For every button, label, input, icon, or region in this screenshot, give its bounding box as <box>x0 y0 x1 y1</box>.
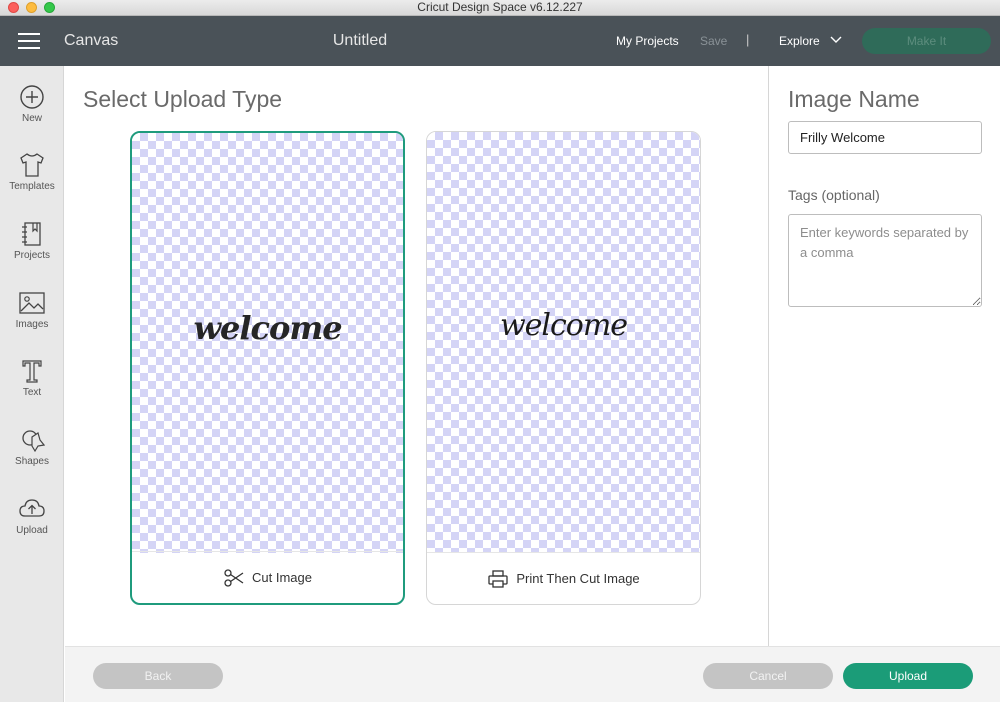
image-name-heading: Image Name <box>788 86 920 112</box>
image-icon <box>19 292 45 314</box>
my-projects-link[interactable]: My Projects <box>616 34 679 48</box>
sidebar-item-label: Templates <box>9 181 55 192</box>
save-button[interactable]: Save <box>700 34 727 48</box>
explore-menu[interactable]: Explore <box>779 34 820 48</box>
cut-image-label: Cut Image <box>252 570 312 585</box>
sidebar-item-label: Text <box>22 387 42 398</box>
sidebar-item-shapes[interactable]: Shapes <box>0 427 64 489</box>
plus-circle-icon <box>20 85 44 109</box>
bottom-action-bar: Back Cancel Upload <box>65 646 1000 702</box>
notebook-icon <box>22 222 41 246</box>
card-footer: Print Then Cut Image <box>427 552 700 604</box>
left-sidebar: New Templates Projects Images Text Shape… <box>0 66 64 702</box>
scissors-icon <box>224 568 244 587</box>
canvas-label: Canvas <box>64 32 119 49</box>
cut-image-option[interactable]: welcome Cut Image <box>130 131 405 605</box>
welcome-artwork-preview: welcome <box>499 308 628 343</box>
shapes-icon <box>22 430 45 453</box>
sidebar-item-label: Projects <box>13 250 51 261</box>
window-titlebar: Cricut Design Space v6.12.227 <box>0 0 1000 16</box>
sidebar-item-text[interactable]: Text <box>0 358 64 420</box>
document-title[interactable]: Untitled <box>300 32 420 50</box>
sidebar-item-projects[interactable]: Projects <box>0 221 64 283</box>
app-header: Canvas Untitled My Projects Save | Explo… <box>0 16 1000 66</box>
image-details-panel: Image Name Tags (optional) <box>768 66 1000 646</box>
make-it-button[interactable]: Make It <box>862 28 991 54</box>
header-separator: | <box>746 32 750 47</box>
sidebar-item-upload[interactable]: Upload <box>0 496 64 558</box>
text-icon <box>22 360 42 383</box>
sidebar-item-images[interactable]: Images <box>0 290 64 352</box>
image-name-input[interactable] <box>788 121 982 154</box>
tags-textarea[interactable] <box>788 214 982 307</box>
sidebar-item-label: New <box>21 113 42 124</box>
sidebar-item-templates[interactable]: Templates <box>0 152 64 214</box>
cloud-upload-icon <box>19 499 45 517</box>
upload-button[interactable]: Upload <box>843 663 973 689</box>
print-then-cut-option[interactable]: welcome Print Then Cut Image <box>426 131 701 605</box>
welcome-artwork-preview: welcome <box>193 309 342 347</box>
back-button[interactable]: Back <box>93 663 223 689</box>
tags-label: Tags (optional) <box>788 187 880 203</box>
page-title: Select Upload Type <box>83 86 283 112</box>
card-footer: Cut Image <box>132 551 403 603</box>
window-title: Cricut Design Space v6.12.227 <box>417 0 583 14</box>
sidebar-item-label: Upload <box>16 525 48 536</box>
sidebar-item-new[interactable]: New <box>0 84 64 146</box>
sidebar-item-label: Images <box>15 319 49 330</box>
sidebar-item-label: Shapes <box>15 456 49 467</box>
menu-icon[interactable] <box>18 33 40 49</box>
print-then-cut-label: Print Then Cut Image <box>516 571 640 586</box>
chevron-down-icon[interactable] <box>830 34 842 44</box>
cancel-button[interactable]: Cancel <box>703 663 833 689</box>
printer-icon <box>488 569 508 588</box>
shirt-icon <box>20 153 44 177</box>
